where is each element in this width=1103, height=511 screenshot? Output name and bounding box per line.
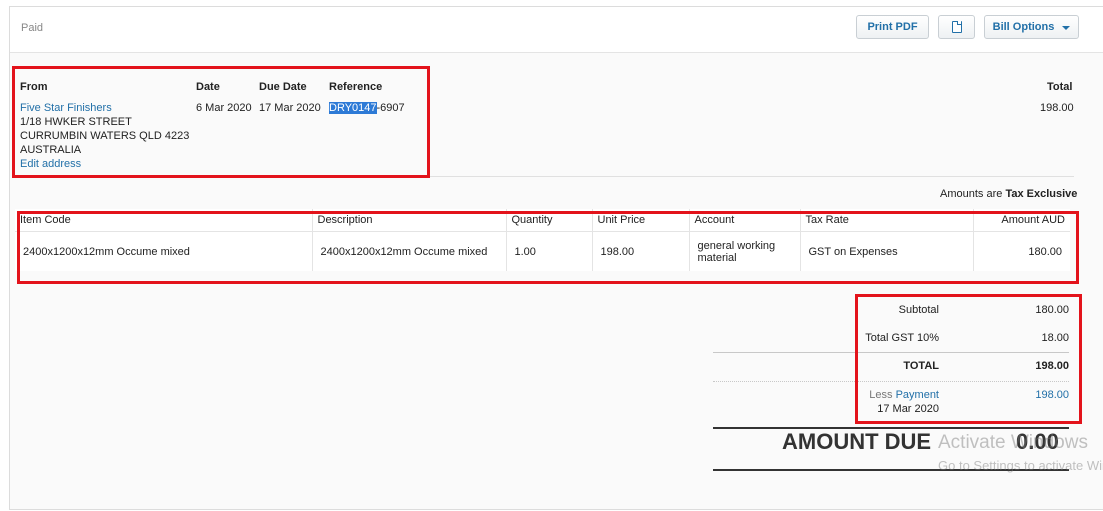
account-cell[interactable]: general working material [689,231,801,271]
grand-total-value: 198.00 [1035,360,1069,372]
address-line-1: 1/18 HWKER STREET [20,116,132,128]
total-label: Total [1047,81,1073,93]
description-cell[interactable]: 2400x1200x12mm Occume mixed [312,231,507,271]
date-label: Date [196,81,220,93]
column-header: Quantity [506,209,593,232]
payment-label: Less Payment [860,389,939,401]
reference-label: Reference [329,81,383,93]
subtotal-label: Subtotal [898,304,939,316]
due-date-label: Due Date [259,81,307,93]
copy-button[interactable] [938,15,975,39]
gst-value: 18.00 [1041,332,1069,344]
address-line-3: AUSTRALIA [20,144,82,156]
activate-windows-watermark: Activate Windows [938,432,1088,453]
table-row[interactable]: 2400x1200x12mm Occume mixed 2400x1200x12… [15,231,1070,272]
from-label: From [20,81,48,93]
copy-icon [951,21,962,33]
column-header: Unit Price [592,209,690,232]
grand-total-label: TOTAL [903,360,939,372]
payment-divider [713,381,1069,383]
account-line-2: material [697,251,737,264]
bill-options-label: Bill Options [992,21,1055,33]
item-code-cell[interactable]: 2400x1200x12mm Occume mixed [15,231,313,271]
bill-date: 6 Mar 2020 [196,102,252,114]
reference-value[interactable]: DRY0147-6907 [329,102,405,114]
payment-link[interactable]: Payment [896,389,939,401]
subtotal-value: 180.00 [1035,304,1069,316]
header-divider [430,176,1074,177]
tax-mode-label: Amounts are Tax Exclusive [940,188,1077,200]
account-line-1: general working [697,239,776,252]
supplier-link[interactable]: Five Star Finishers [20,102,112,114]
table-header-row: Item Code Description Quantity Unit Pric… [15,209,1070,232]
quantity-cell[interactable]: 1.00 [506,231,593,271]
edit-address-link[interactable]: Edit address [20,158,81,170]
unit-price-cell[interactable]: 198.00 [592,231,690,271]
tax-mode-prefix: Amounts are [940,188,1003,200]
column-header: Amount AUD [973,209,1070,232]
line-items-table: Item Code Description Quantity Unit Pric… [15,209,1070,271]
gst-label: Total GST 10% [865,332,939,344]
address-line-2: CURRUMBIN WATERS QLD 4223 [20,130,190,142]
activate-windows-hint: Go to Settings to activate Windows. [938,458,1103,473]
column-header: Item Code [15,209,313,232]
column-header: Description [312,209,507,232]
payment-amount-link[interactable]: 198.00 [1000,389,1069,401]
bill-due-date: 17 Mar 2020 [259,102,321,114]
chevron-down-icon [1062,26,1071,30]
print-pdf-button[interactable]: Print PDF [856,15,929,39]
column-header: Tax Rate [800,209,974,232]
amount-due-label: AMOUNT DUE [782,429,932,454]
payment-date: 17 Mar 2020 [877,403,939,415]
less-label: Less [869,389,893,401]
reference-selected-text: DRY0147 [329,102,377,114]
status-label: Paid [21,22,44,34]
reference-rest-text: -6907 [376,102,405,114]
totals-divider [713,352,1069,353]
tax-mode-value[interactable]: Tax Exclusive [1005,188,1077,200]
amount-cell[interactable]: 180.00 [973,232,1070,272]
column-header: Account [689,209,801,232]
bill-toolbar: Paid Print PDF Bill Options [10,7,1103,53]
bill-total-value: 198.00 [1040,102,1074,114]
tax-rate-cell[interactable]: GST on Expenses [800,231,974,271]
bill-options-button[interactable]: Bill Options [984,15,1079,39]
